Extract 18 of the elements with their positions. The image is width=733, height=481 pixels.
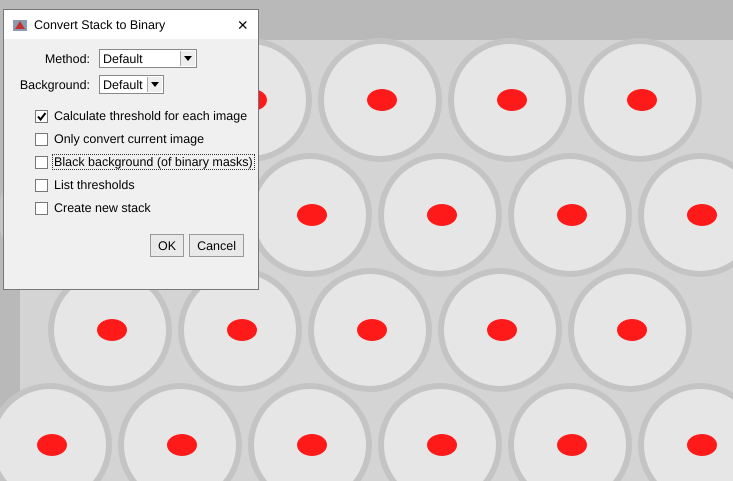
cancel-button[interactable]: Cancel (189, 234, 244, 257)
checkbox-label[interactable]: List thresholds (52, 177, 137, 193)
checkbox[interactable] (35, 132, 48, 146)
checkbox[interactable] (35, 178, 48, 192)
field-label: Method: (44, 52, 91, 66)
checkbox[interactable] (35, 110, 48, 122)
ok-button[interactable]: OK (150, 234, 184, 257)
close-button[interactable]: × (235, 16, 250, 34)
checkbox[interactable] (35, 156, 48, 168)
checkbox-label[interactable]: Calculate threshold for each image (52, 108, 250, 124)
checkbox[interactable] (35, 202, 48, 214)
dropdown[interactable]: Default (99, 75, 164, 94)
checkbox-label[interactable]: Black background (of binary masks) (52, 154, 255, 170)
checkbox-label[interactable]: Only convert current image (52, 131, 206, 147)
window-title: Convert Stack to Binary (34, 18, 166, 32)
dropdown[interactable]: Default (99, 49, 197, 68)
field-label: Background: (18, 78, 91, 92)
checkbox-label[interactable]: Create new stack (52, 200, 153, 216)
